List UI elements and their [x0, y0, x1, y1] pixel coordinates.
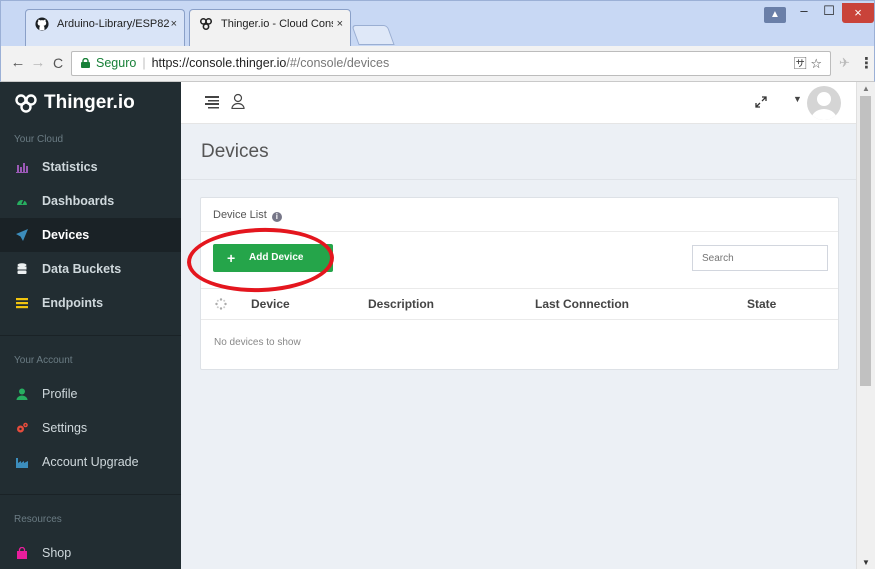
- window-minimize-button[interactable]: –: [792, 1, 816, 23]
- chevron-down-icon[interactable]: ▼: [793, 94, 802, 104]
- sidebar-item-label: Statistics: [42, 160, 98, 174]
- sidebar-item-label: Dashboards: [42, 194, 115, 208]
- secure-label: Seguro: [96, 56, 137, 70]
- rocket-icon: [16, 229, 28, 241]
- dashboard-icon: [17, 198, 27, 205]
- sidebar-item-label: Endpoints: [42, 296, 104, 310]
- panel-header: Device List i: [201, 198, 838, 232]
- sidebar-item-shop[interactable]: Shop: [0, 536, 181, 569]
- url-host: https://console.thinger.io: [151, 56, 287, 70]
- main-content: Devices Device List i + Add Device Devic…: [181, 124, 856, 569]
- back-arrow-icon[interactable]: ←: [9, 54, 27, 72]
- translate-icon[interactable]: 🈂: [794, 56, 807, 71]
- user-outline-icon[interactable]: [231, 93, 245, 109]
- sidebar-item-devices[interactable]: Devices: [0, 218, 181, 252]
- tab-close-icon[interactable]: ×: [337, 9, 343, 39]
- search-input[interactable]: [692, 245, 828, 271]
- spinner-icon: [215, 298, 227, 310]
- bar-chart-icon: [16, 163, 28, 173]
- gears-icon: [17, 422, 28, 433]
- thinger-logo-icon: [199, 17, 213, 31]
- column-header-device[interactable]: Device: [251, 297, 290, 311]
- column-header-last-connection[interactable]: Last Connection: [535, 297, 629, 311]
- brand-logo[interactable]: Thinger.io: [0, 82, 181, 124]
- section-label-resources: Resources: [14, 514, 62, 525]
- shop-icon: [17, 547, 27, 559]
- page-header: Devices: [181, 124, 856, 180]
- table-header: Device Description Last Connection State: [201, 288, 838, 320]
- thinger-logo-icon: [15, 94, 37, 113]
- sidebar-toggle-icon[interactable]: [205, 95, 219, 109]
- sidebar-item-label: Devices: [42, 228, 90, 242]
- app-topbar: ▼: [181, 82, 856, 124]
- panel-title: Device List: [213, 209, 267, 221]
- sidebar-item-profile[interactable]: Profile: [0, 377, 181, 411]
- github-icon: [35, 17, 49, 31]
- brand-name: Thinger.io: [44, 92, 135, 113]
- forward-arrow-icon[interactable]: →: [29, 54, 47, 72]
- window-user-icon[interactable]: ▲: [764, 7, 786, 23]
- scroll-down-arrow-icon[interactable]: ▼: [862, 558, 870, 567]
- url-path: /#/console/devices: [286, 56, 390, 70]
- browser-titlebar: Arduino-Library/ESP8266 × Thinger.io - C…: [0, 0, 875, 47]
- sidebar-item-account-upgrade[interactable]: Account Upgrade: [0, 445, 181, 479]
- sidebar-item-label: Data Buckets: [42, 262, 122, 276]
- sidebar-item-label: Shop: [42, 546, 72, 560]
- sidebar-item-settings[interactable]: Settings: [0, 411, 181, 445]
- fullscreen-icon[interactable]: [755, 96, 767, 108]
- empty-state-text: No devices to show: [214, 337, 301, 348]
- industry-icon: [16, 458, 28, 468]
- section-label-account: Your Account: [14, 355, 73, 366]
- sidebar-item-label: Settings: [42, 421, 88, 435]
- section-label-cloud: Your Cloud: [14, 134, 64, 145]
- extension-pin-icon[interactable]: ✈: [839, 55, 850, 71]
- reload-icon[interactable]: C: [49, 54, 67, 72]
- bookmark-star-icon[interactable]: ☆: [810, 56, 822, 71]
- sidebar-item-data-buckets[interactable]: Data Buckets: [0, 252, 181, 286]
- user-icon: [16, 388, 28, 400]
- sidebar-divider: [0, 479, 181, 495]
- lock-icon: [81, 58, 90, 68]
- sidebar-item-label: Account Upgrade: [42, 455, 139, 469]
- scroll-up-arrow-icon[interactable]: ▲: [862, 84, 870, 93]
- tab-title: Arduino-Library/ESP8266: [57, 18, 169, 30]
- column-header-state[interactable]: State: [747, 297, 776, 311]
- sidebar: Thinger.io Your Cloud Statistics Dashboa…: [0, 82, 181, 569]
- browser-menu-icon[interactable]: ⋮: [859, 54, 874, 72]
- tab-title: Thinger.io - Cloud Conso: [221, 18, 333, 30]
- info-icon[interactable]: i: [271, 212, 282, 222]
- page-title: Devices: [201, 141, 269, 162]
- address-bar[interactable]: Seguro | https://console.thinger.io/#/cons…: [71, 51, 831, 76]
- scroll-thumb[interactable]: [860, 96, 871, 386]
- sidebar-item-dashboards[interactable]: Dashboards: [0, 184, 181, 218]
- database-icon: [17, 263, 27, 274]
- avatar[interactable]: [807, 86, 841, 120]
- tab-close-icon[interactable]: ×: [171, 9, 177, 39]
- avatar-silhouette-icon: [811, 92, 837, 120]
- tab-thinger-console[interactable]: Thinger.io - Cloud Conso ×: [189, 9, 351, 47]
- omnibox-icons: 🈂 ☆: [794, 52, 822, 75]
- browser-toolbar: ← → C Seguro | https://console.thinger.io/…: [0, 46, 875, 82]
- window-maximize-button[interactable]: ☐: [817, 1, 841, 23]
- address-separator: |: [142, 56, 146, 70]
- page-scrollbar[interactable]: ▲ ▼: [856, 82, 875, 569]
- window-close-button[interactable]: ×: [842, 3, 874, 23]
- sidebar-item-label: Profile: [42, 387, 78, 401]
- sidebar-item-endpoints[interactable]: Endpoints: [0, 286, 181, 320]
- sidebar-divider: [0, 320, 181, 336]
- tab-arduino-library[interactable]: Arduino-Library/ESP8266 ×: [25, 9, 185, 47]
- endpoints-icon: [16, 298, 28, 309]
- new-tab-button[interactable]: [351, 25, 395, 45]
- column-header-description[interactable]: Description: [368, 297, 434, 311]
- sidebar-item-statistics[interactable]: Statistics: [0, 150, 181, 184]
